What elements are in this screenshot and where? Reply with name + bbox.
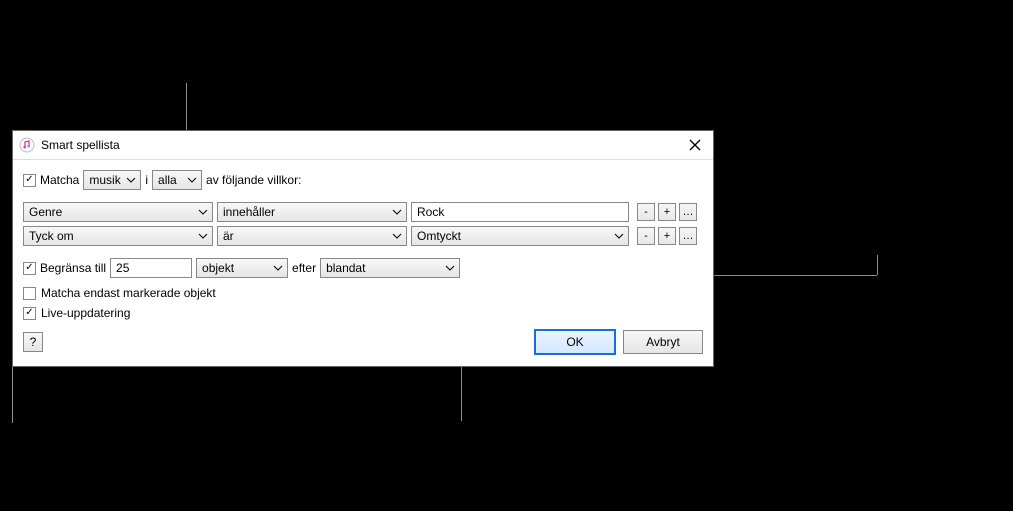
match-scope-value: alla	[158, 173, 182, 187]
only-checked-checkbox[interactable]	[23, 287, 36, 300]
limit-label: Begränsa till	[40, 261, 106, 275]
rule-field-select[interactable]: Genre	[23, 202, 213, 222]
rule-value-text: Rock	[417, 205, 444, 219]
rule-buttons: - + …	[637, 203, 697, 221]
dialog-title: Smart spellista	[41, 138, 683, 152]
rule-field-value: Tyck om	[29, 229, 193, 243]
rule-operator-select[interactable]: innehåller	[217, 202, 407, 222]
match-source-value: musik	[89, 173, 121, 187]
close-button[interactable]	[683, 135, 707, 155]
chevron-down-icon	[197, 206, 209, 218]
rule-remove-button[interactable]: -	[637, 203, 655, 221]
rule-operator-value: är	[223, 229, 387, 243]
smart-playlist-dialog: Smart spellista Matcha musik i alla av f…	[12, 130, 714, 367]
only-checked-label: Matcha endast markerade objekt	[41, 286, 216, 300]
chevron-down-icon	[125, 174, 137, 186]
limit-amount-input[interactable]: 25	[110, 258, 192, 278]
chevron-down-icon	[186, 174, 198, 186]
help-button[interactable]: ?	[23, 332, 43, 352]
rule-nest-button[interactable]: …	[679, 227, 697, 245]
rule-operator-value: innehåller	[223, 205, 387, 219]
match-row: Matcha musik i alla av följande villkor:	[23, 170, 703, 190]
limit-unit-value: objekt	[202, 261, 268, 275]
limit-unit-select[interactable]: objekt	[196, 258, 288, 278]
rule-value-select[interactable]: Omtyckt	[411, 226, 629, 246]
match-suffix: av följande villkor:	[206, 173, 301, 187]
itunes-app-icon	[19, 137, 35, 153]
chevron-down-icon	[613, 230, 625, 242]
chevron-down-icon	[444, 262, 456, 274]
close-icon	[689, 139, 701, 151]
rule-field-value: Genre	[29, 205, 193, 219]
cancel-button[interactable]: Avbryt	[623, 330, 703, 354]
callout-leader	[877, 255, 878, 275]
limit-checkbox[interactable]	[23, 262, 36, 275]
match-label: Matcha	[40, 173, 79, 187]
rule-row: Genre innehåller Rock - + …	[23, 202, 703, 222]
dialog-body: Matcha musik i alla av följande villkor:…	[13, 160, 713, 366]
rule-add-button[interactable]: +	[658, 227, 676, 245]
chevron-down-icon	[197, 230, 209, 242]
match-connector: i	[145, 173, 148, 187]
limit-row: Begränsa till 25 objekt efter blandat	[23, 258, 703, 278]
chevron-down-icon	[391, 206, 403, 218]
ok-button[interactable]: OK	[535, 330, 615, 354]
limit-amount-value: 25	[116, 261, 129, 275]
match-source-select[interactable]: musik	[83, 170, 141, 190]
only-checked-row: Matcha endast markerade objekt	[23, 286, 703, 300]
rule-value-input[interactable]: Rock	[411, 202, 629, 222]
chevron-down-icon	[272, 262, 284, 274]
rule-operator-select[interactable]: är	[217, 226, 407, 246]
limit-order-value: blandat	[326, 261, 440, 275]
match-scope-select[interactable]: alla	[152, 170, 202, 190]
live-update-label: Live-uppdatering	[41, 306, 130, 320]
rule-value-text: Omtyckt	[417, 229, 609, 243]
rule-remove-button[interactable]: -	[637, 227, 655, 245]
rule-row: Tyck om är Omtyckt - + …	[23, 226, 703, 246]
titlebar: Smart spellista	[13, 131, 713, 160]
rule-field-select[interactable]: Tyck om	[23, 226, 213, 246]
limit-after-label: efter	[292, 261, 316, 275]
rule-buttons: - + …	[637, 227, 697, 245]
rule-nest-button[interactable]: …	[679, 203, 697, 221]
chevron-down-icon	[391, 230, 403, 242]
rule-add-button[interactable]: +	[658, 203, 676, 221]
rules-list: Genre innehåller Rock - + … Tyc	[23, 202, 703, 246]
live-update-checkbox[interactable]	[23, 307, 36, 320]
dialog-footer: ? OK Avbryt	[23, 330, 703, 354]
limit-order-select[interactable]: blandat	[320, 258, 460, 278]
live-update-row: Live-uppdatering	[23, 306, 703, 320]
match-checkbox[interactable]	[23, 174, 36, 187]
